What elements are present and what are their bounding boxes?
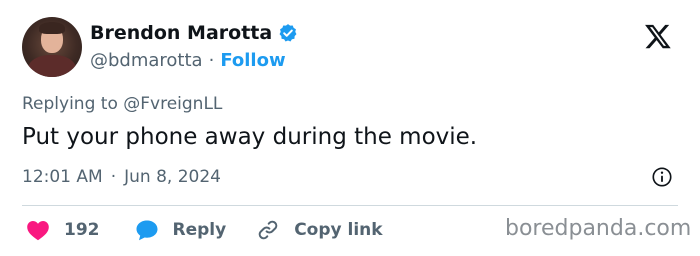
reply-bubble-icon: [136, 220, 157, 241]
avatar-hair: [39, 22, 65, 34]
author-avatar[interactable]: [22, 17, 82, 77]
divider: [22, 205, 678, 206]
tweet-date[interactable]: Jun 8, 2024: [124, 167, 221, 187]
link-icon: [258, 220, 278, 240]
author-handle[interactable]: @bdmarotta: [90, 50, 203, 71]
meta-separator: ·: [110, 167, 117, 187]
boredpanda-watermark: boredpanda.com: [505, 216, 692, 241]
tweet-actions: 192 Reply Copy link: [26, 216, 383, 244]
tweet-text: Put your phone away during the movie.: [22, 124, 478, 150]
reply-label: Reply: [172, 220, 227, 240]
handle-separator: ·: [208, 49, 215, 71]
avatar-shirt: [28, 55, 76, 77]
replying-to[interactable]: Replying to @FvreignLL: [22, 94, 222, 114]
author-handle-row: @bdmarotta · Follow: [90, 48, 286, 72]
follow-button[interactable]: Follow: [220, 50, 285, 71]
heart-icon: [27, 221, 49, 241]
copy-link-button[interactable]: Copy link: [256, 218, 383, 242]
author-name-row: Brendon Marotta: [90, 20, 298, 46]
verified-badge-icon: [279, 24, 297, 42]
info-icon[interactable]: [651, 166, 673, 188]
like-button[interactable]: 192: [26, 219, 100, 241]
x-logo-icon[interactable]: [643, 22, 673, 50]
tweet-time[interactable]: 12:01 AM: [22, 167, 103, 187]
like-count: 192: [64, 220, 100, 240]
copy-link-label: Copy link: [294, 220, 383, 240]
reply-button[interactable]: Reply: [135, 219, 227, 241]
author-name[interactable]: Brendon Marotta: [90, 22, 272, 44]
tweet-meta: 12:01 AM · Jun 8, 2024: [22, 167, 221, 187]
